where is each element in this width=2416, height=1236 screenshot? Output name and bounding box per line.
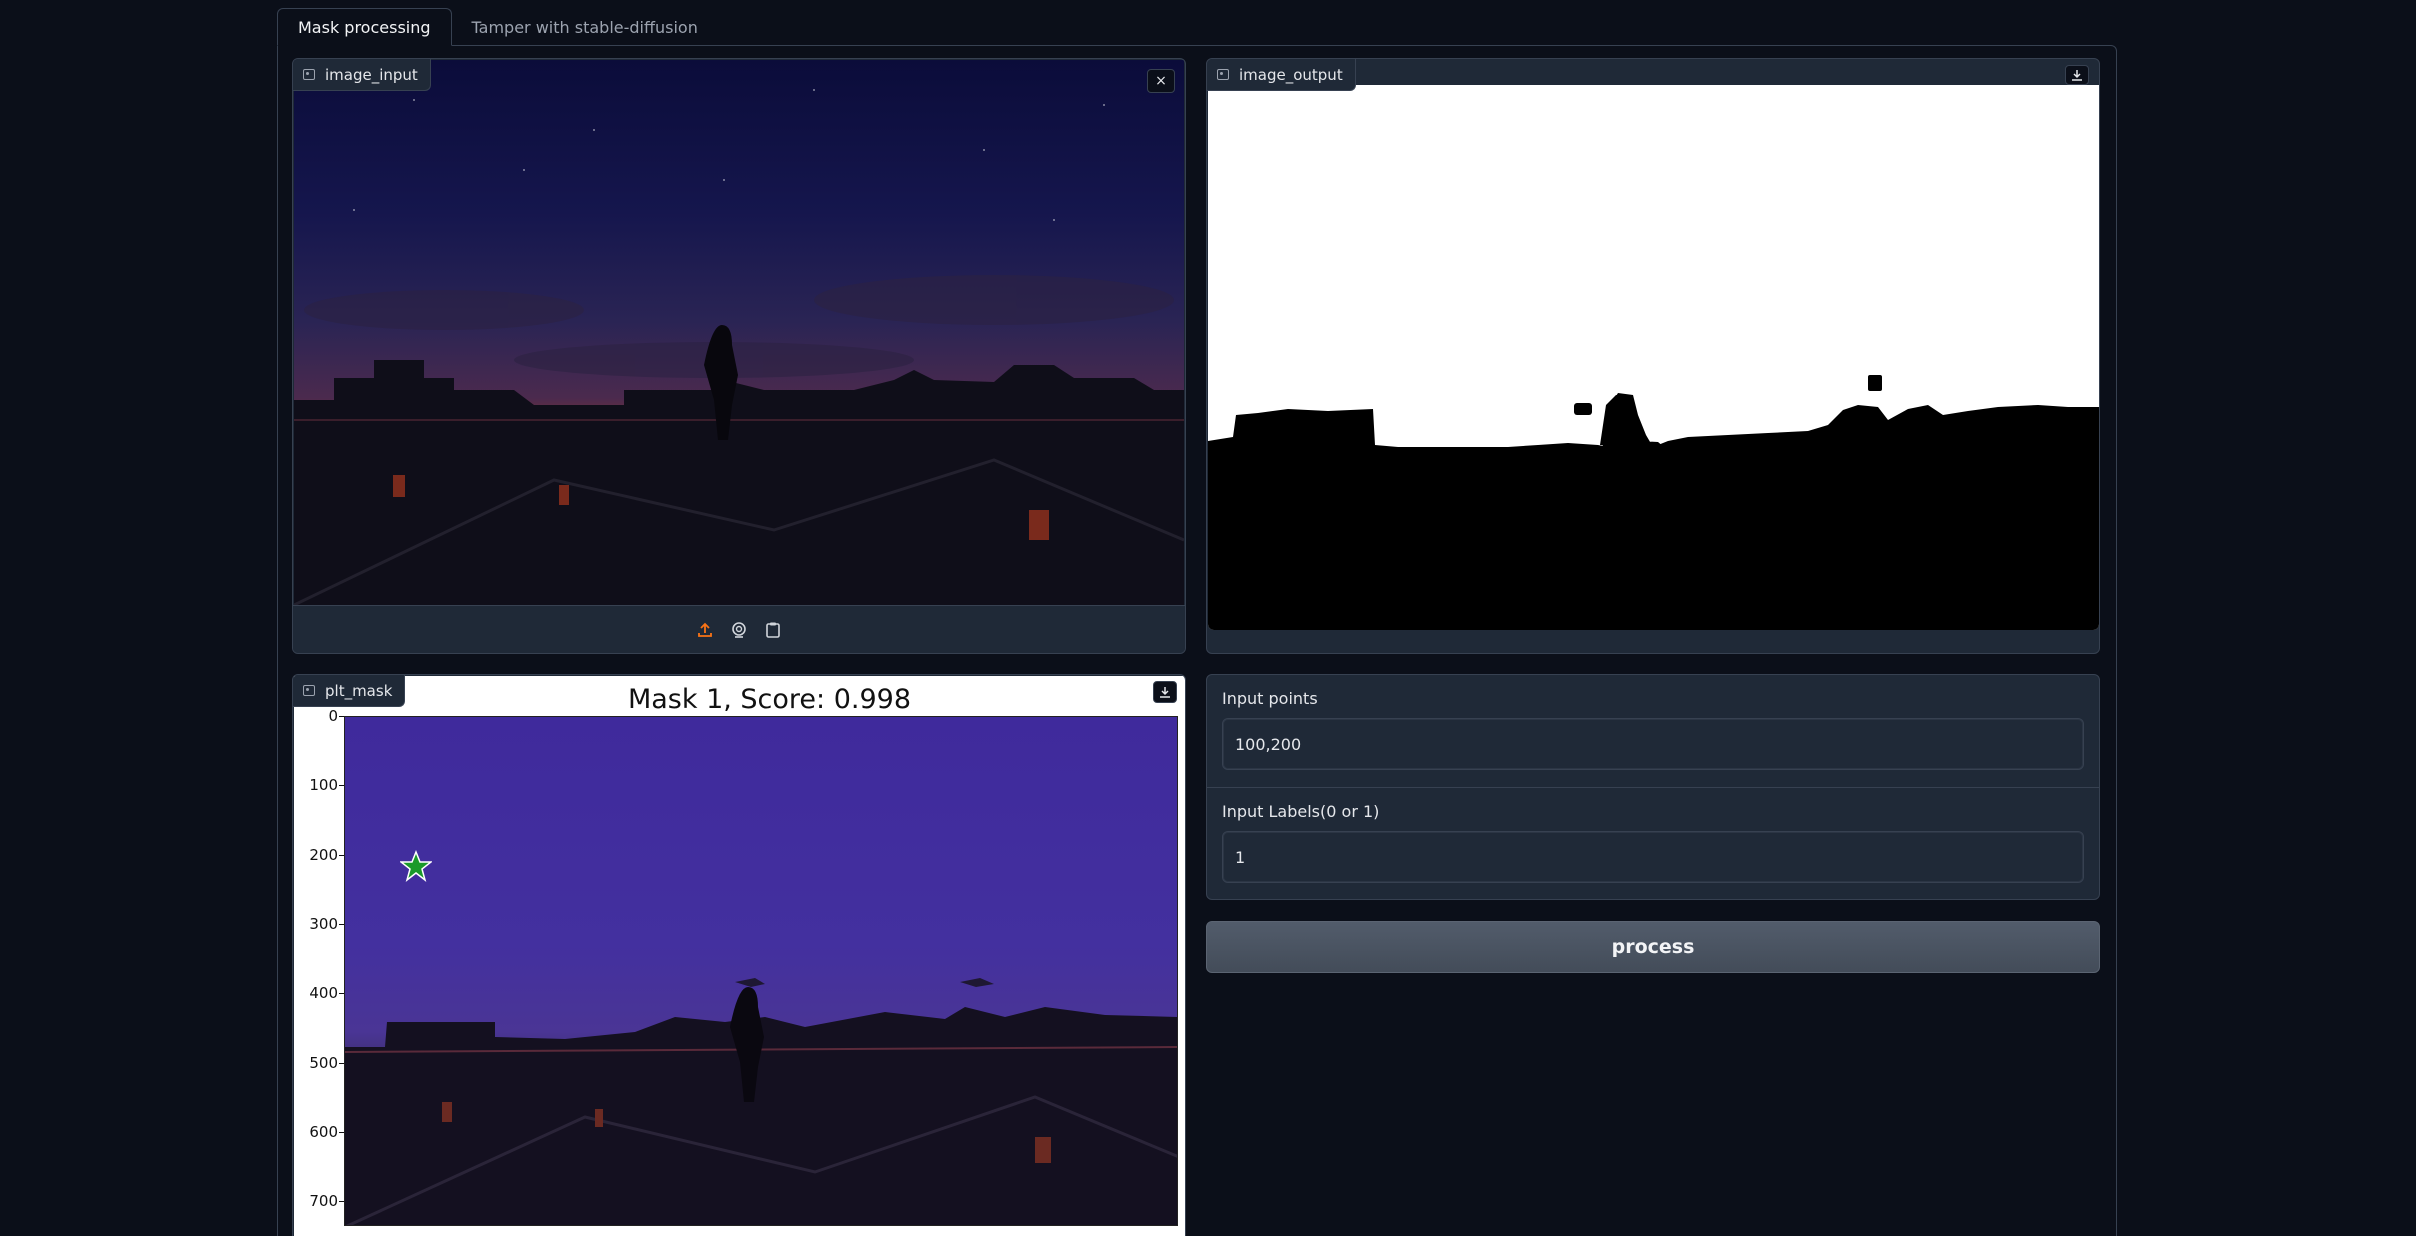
plt-mask-block: Mask 1, Score: 0.998 0 100 200 300 400 500	[292, 674, 1186, 1236]
input-image-scene	[294, 89, 1184, 605]
webcam-icon[interactable]	[728, 619, 750, 641]
plot-title: Mask 1, Score: 0.998	[627, 684, 912, 715]
download-button[interactable]	[2065, 65, 2089, 85]
image-icon	[1217, 69, 1229, 80]
y-tick-label: 100	[309, 776, 338, 795]
y-tick-mark	[339, 1131, 344, 1133]
upload-icon[interactable]	[694, 619, 716, 641]
y-tick-mark	[339, 923, 344, 925]
image-output-label-text: image_output	[1239, 65, 1343, 84]
y-tick-label: 500	[309, 1053, 338, 1072]
y-tick-mark	[339, 993, 344, 995]
download-icon	[2072, 70, 2082, 81]
plot-canvas: Mask 1, Score: 0.998 0 100 200 300 400 500	[294, 676, 1185, 1236]
input-points-label: Input points	[1222, 689, 1318, 708]
clear-image-button[interactable]: ×	[1147, 69, 1175, 93]
plot-mask-overlay-image	[344, 716, 1178, 1226]
tab-tamper-stable-diffusion[interactable]: Tamper with stable-diffusion	[452, 8, 718, 46]
y-tick-label: 700	[309, 1192, 338, 1211]
output-mask-image	[1208, 85, 2099, 630]
input-points-field[interactable]: 100,200	[1222, 718, 2084, 770]
y-tick-label: 600	[309, 1122, 338, 1141]
image-output-block: image_output	[1206, 58, 2100, 654]
tab-mask-processing[interactable]: Mask processing	[277, 8, 452, 46]
y-tick-mark	[339, 854, 344, 856]
clipboard-icon[interactable]	[762, 619, 784, 641]
input-points-group: Input points 100,200	[1207, 675, 2099, 770]
y-tick-mark	[339, 785, 344, 787]
image-input-label-text: image_input	[325, 65, 418, 84]
plt-mask-label-text: plt_mask	[325, 681, 393, 700]
y-tick-mark	[339, 1201, 344, 1203]
y-tick-label: 200	[309, 845, 338, 864]
input-point-star-icon	[400, 850, 432, 882]
close-icon: ×	[1155, 73, 1167, 89]
download-icon	[1160, 687, 1170, 698]
process-button[interactable]: process	[1206, 921, 2100, 973]
input-labels-label: Input Labels(0 or 1)	[1222, 802, 1380, 821]
y-tick-mark	[339, 1062, 344, 1064]
input-labels-field[interactable]: 1	[1222, 831, 2084, 883]
image-input-label: image_input	[293, 59, 431, 91]
app-root: Mask processing Tamper with stable-diffu…	[0, 0, 2416, 1236]
y-tick-label: 300	[309, 914, 338, 933]
input-image[interactable]	[294, 60, 1184, 605]
plot-download-button[interactable]	[1153, 681, 1177, 703]
image-icon	[303, 685, 315, 696]
input-form: Input points 100,200 Input Labels(0 or 1…	[1206, 674, 2100, 900]
image-output-label: image_output	[1207, 59, 1356, 91]
input-labels-group: Input Labels(0 or 1) 1	[1207, 788, 2099, 883]
y-tick-label: 0	[328, 707, 338, 725]
plot-scene	[345, 978, 1177, 1225]
image-source-toolbar	[293, 605, 1185, 653]
image-input-block: image_input ×	[292, 58, 1186, 654]
tab-bar: Mask processing Tamper with stable-diffu…	[277, 8, 718, 46]
plt-mask-label: plt_mask	[293, 675, 406, 707]
output-mask-shape	[1208, 375, 2099, 630]
y-tick-label: 400	[309, 984, 338, 1003]
image-icon	[303, 69, 315, 80]
y-tick-mark	[339, 716, 344, 717]
